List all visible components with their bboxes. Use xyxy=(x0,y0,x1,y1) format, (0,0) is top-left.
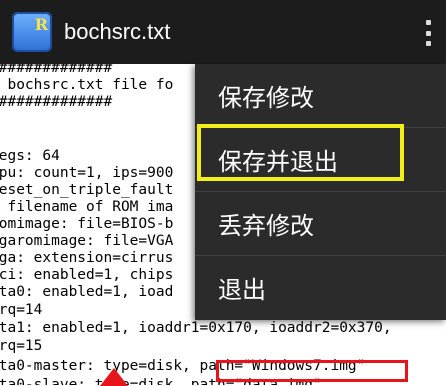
editor-line: ata1: enabled=1, ioaddr1=0x170, ioaddr2=… xyxy=(0,320,392,336)
overflow-dot xyxy=(426,30,431,36)
menu-item-save-changes[interactable]: 保存修改 xyxy=(195,64,446,127)
editor-line: ############## xyxy=(0,64,113,76)
action-bar: bochsrc.txt xyxy=(0,0,446,64)
app-icon[interactable] xyxy=(12,12,52,52)
editor-line: vga: extension=cirrus xyxy=(0,250,174,266)
menu-item-discard-changes[interactable]: 丢弃修改 xyxy=(195,192,446,255)
editor-line: # filename of ROM ima xyxy=(0,199,174,215)
overflow-menu: 保存修改 保存并退出 丢弃修改 退出 xyxy=(195,64,446,320)
highlight-box-path xyxy=(216,360,408,382)
editor-line: ata0: enabled=1, ioad xyxy=(0,284,174,300)
editor-line: irq=14 xyxy=(0,302,43,318)
highlight-box-save-and-exit xyxy=(197,124,404,181)
editor-line: megs: 64 xyxy=(0,148,60,164)
editor-line: # bochsrc.txt file fo xyxy=(0,77,174,93)
arrow-annotation xyxy=(100,368,128,386)
editor-line: reset_on_triple_fault xyxy=(0,182,174,198)
editor-line: pci: enabled=1, chips xyxy=(0,267,174,283)
overflow-dot xyxy=(426,20,431,25)
editor-line: cpu: count=1, ips=900 xyxy=(0,165,174,181)
app-title: bochsrc.txt xyxy=(64,19,171,44)
editor-line: ############## xyxy=(0,94,113,110)
overflow-menu-icon[interactable] xyxy=(426,20,432,46)
editor-line: irq=15 xyxy=(0,338,43,354)
editor-line: romimage: file=BIOS-b xyxy=(0,216,174,232)
overflow-dot xyxy=(426,41,431,46)
menu-item-exit[interactable]: 退出 xyxy=(195,256,446,319)
editor-line: vgaromimage: file=VGA xyxy=(0,233,174,249)
